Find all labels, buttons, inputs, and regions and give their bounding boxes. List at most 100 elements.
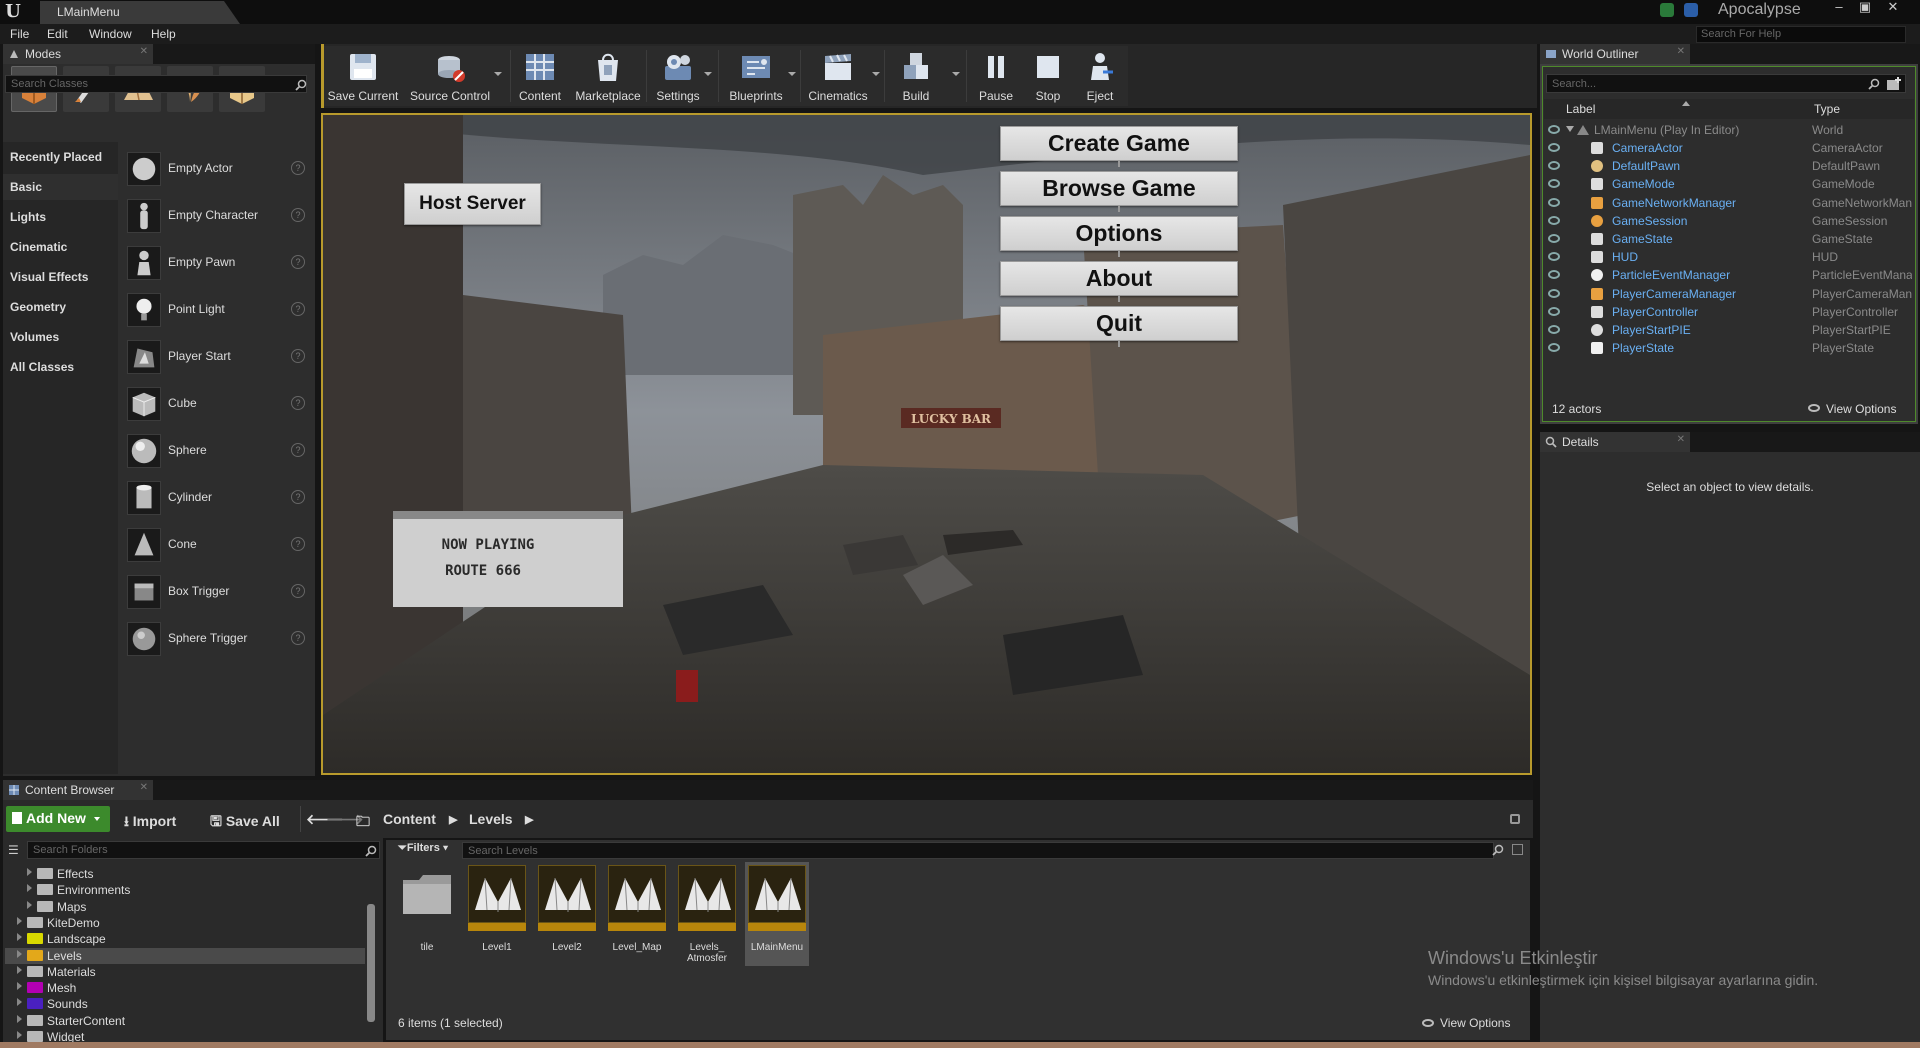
blueprints-dropdown-icon[interactable] bbox=[788, 72, 796, 76]
folder-tree-item[interactable]: Effects bbox=[5, 866, 365, 882]
folder-tree-item[interactable]: Levels bbox=[5, 947, 365, 964]
asset-folder[interactable]: tile bbox=[395, 862, 459, 966]
expand-arrow-icon[interactable] bbox=[27, 884, 32, 893]
outliner-row[interactable]: ParticleEventManager ParticleEventMana bbox=[1544, 266, 1914, 284]
filters-button[interactable]: ⏷Filters ▾ bbox=[398, 842, 448, 855]
close-icon[interactable]: ✕ bbox=[140, 782, 148, 793]
visibility-eye-icon[interactable] bbox=[1548, 252, 1560, 262]
breadcrumb-separator-icon[interactable]: ▶ bbox=[525, 813, 533, 826]
category-visual-effects[interactable]: Visual Effects bbox=[10, 270, 88, 284]
outliner-row[interactable]: CameraActor CameraActor bbox=[1544, 139, 1914, 157]
cinematics-dropdown-icon[interactable] bbox=[872, 72, 880, 76]
placeable-empty-pawn[interactable]: Empty Pawn? bbox=[123, 243, 309, 283]
folder-tree-item[interactable]: Materials bbox=[5, 964, 365, 980]
column-type[interactable]: Type bbox=[1814, 102, 1840, 116]
tab-modes[interactable]: Modes ✕ bbox=[3, 44, 153, 64]
help-icon[interactable]: ? bbox=[291, 161, 305, 175]
visibility-eye-icon[interactable] bbox=[1548, 343, 1560, 353]
save-search-icon[interactable] bbox=[1512, 844, 1523, 855]
category-recently-placed[interactable]: Recently Placed bbox=[10, 150, 102, 164]
breadcrumb-separator-icon[interactable]: ▶ bbox=[449, 813, 457, 826]
menu-file[interactable]: File bbox=[10, 27, 29, 41]
placeable-player-start[interactable]: Player Start? bbox=[123, 337, 309, 377]
outliner-row[interactable]: HUD HUD bbox=[1544, 248, 1914, 266]
visibility-eye-icon[interactable] bbox=[1548, 179, 1560, 189]
document-tab[interactable]: LMainMenu bbox=[40, 1, 240, 24]
cinematics-button[interactable]: Cinematics bbox=[806, 48, 870, 104]
help-icon[interactable]: ? bbox=[291, 349, 305, 363]
category-volumes[interactable]: Volumes bbox=[10, 330, 59, 344]
outliner-row[interactable]: GameState GameState bbox=[1544, 230, 1914, 248]
build-dropdown-icon[interactable] bbox=[952, 72, 960, 76]
outliner-row[interactable]: PlayerCameraManager PlayerCameraMan bbox=[1544, 285, 1914, 303]
marketplace-button[interactable]: Marketplace bbox=[575, 48, 641, 104]
minimize-button[interactable]: – bbox=[1828, 0, 1850, 16]
expand-arrow-icon[interactable] bbox=[17, 998, 22, 1007]
help-search-input[interactable]: Search For Help bbox=[1696, 26, 1906, 43]
help-icon[interactable]: ? bbox=[291, 443, 305, 457]
tab-details[interactable]: Details ✕ bbox=[1540, 432, 1690, 452]
level-viewport[interactable]: NOW PLAYING ROUTE 666 LUCKY BAR Create G… bbox=[321, 113, 1532, 775]
help-icon[interactable]: ? bbox=[291, 396, 305, 410]
outliner-row[interactable]: PlayerController PlayerController bbox=[1544, 303, 1914, 321]
visibility-eye-icon[interactable] bbox=[1548, 125, 1560, 134]
help-icon[interactable]: ? bbox=[291, 255, 305, 269]
level-asset[interactable]: Levels_ Atmosfer bbox=[675, 862, 739, 966]
host-server-button[interactable]: Host Server bbox=[404, 183, 541, 225]
outliner-row[interactable]: GameNetworkManager GameNetworkMan bbox=[1544, 194, 1914, 212]
column-label[interactable]: Label bbox=[1566, 102, 1595, 116]
visibility-eye-icon[interactable] bbox=[1548, 306, 1560, 316]
expand-arrow-icon[interactable] bbox=[1566, 126, 1574, 132]
add-new-button[interactable]: Add New bbox=[6, 806, 110, 832]
maximize-button[interactable]: ▣ bbox=[1854, 0, 1876, 16]
new-folder-icon[interactable] bbox=[1886, 76, 1902, 92]
expand-arrow-icon[interactable] bbox=[17, 916, 22, 925]
category-lights[interactable]: Lights bbox=[10, 210, 46, 224]
breadcrumb-levels[interactable]: Levels bbox=[469, 811, 513, 827]
visibility-eye-icon[interactable] bbox=[1548, 161, 1560, 171]
blueprints-button[interactable]: Blueprints bbox=[724, 48, 788, 104]
search-folders-input[interactable]: Search Folders bbox=[27, 841, 380, 859]
content-view-options[interactable]: View Options bbox=[1440, 1016, 1510, 1030]
menu-edit[interactable]: Edit bbox=[47, 27, 68, 41]
help-icon[interactable]: ? bbox=[291, 302, 305, 316]
expand-arrow-icon[interactable] bbox=[17, 1031, 22, 1039]
category-cinematic[interactable]: Cinematic bbox=[10, 240, 67, 254]
placeable-box-trigger[interactable]: Box Trigger? bbox=[123, 572, 309, 612]
source-control-status-icon[interactable] bbox=[1660, 3, 1674, 17]
visibility-eye-icon[interactable] bbox=[1548, 143, 1560, 152]
save-all-button[interactable]: 🖫 Save All bbox=[210, 811, 280, 835]
folder-tree-item[interactable]: Maps bbox=[5, 899, 365, 915]
notification-icon[interactable] bbox=[1684, 3, 1698, 17]
placeable-cone[interactable]: Cone? bbox=[123, 525, 309, 565]
sources-toggle-icon[interactable]: ☰ bbox=[8, 843, 22, 857]
level-asset[interactable]: LMainMenu bbox=[745, 862, 809, 966]
help-icon[interactable]: ? bbox=[291, 631, 305, 645]
folder-tree-item[interactable]: StarterContent bbox=[5, 1013, 365, 1029]
source-control-dropdown-icon[interactable] bbox=[494, 72, 502, 76]
category-basic[interactable]: Basic bbox=[3, 174, 118, 200]
help-icon[interactable]: ? bbox=[291, 584, 305, 598]
outliner-row[interactable]: DefaultPawn DefaultPawn bbox=[1544, 157, 1914, 175]
expand-arrow-icon[interactable] bbox=[17, 982, 22, 991]
content-button[interactable]: Content bbox=[508, 48, 572, 104]
quit-button[interactable]: Quit bbox=[1000, 306, 1238, 341]
source-control-button[interactable]: Source Control bbox=[410, 48, 490, 104]
level-asset[interactable]: Level1 bbox=[465, 862, 529, 966]
outliner-view-options[interactable]: View Options bbox=[1826, 402, 1896, 416]
outliner-row[interactable]: GameMode GameMode bbox=[1544, 175, 1914, 193]
placeable-empty-actor[interactable]: Empty Actor? bbox=[123, 149, 309, 189]
expand-arrow-icon[interactable] bbox=[17, 933, 22, 942]
expand-arrow-icon[interactable] bbox=[27, 900, 32, 909]
tab-content-browser[interactable]: Content Browser ✕ bbox=[3, 780, 153, 800]
outliner-row[interactable]: PlayerState PlayerState bbox=[1544, 339, 1914, 357]
lock-icon[interactable] bbox=[1510, 814, 1520, 824]
expand-arrow-icon[interactable] bbox=[17, 949, 22, 958]
build-button[interactable]: Build bbox=[884, 48, 948, 104]
browse-game-button[interactable]: Browse Game bbox=[1000, 171, 1238, 206]
placeable-cube[interactable]: Cube? bbox=[123, 384, 309, 424]
search-classes-input[interactable]: Search Classes bbox=[5, 75, 307, 93]
category-all-classes[interactable]: All Classes bbox=[10, 360, 74, 374]
expand-arrow-icon[interactable] bbox=[17, 965, 22, 974]
folder-tree-item[interactable]: Landscape bbox=[5, 931, 365, 947]
